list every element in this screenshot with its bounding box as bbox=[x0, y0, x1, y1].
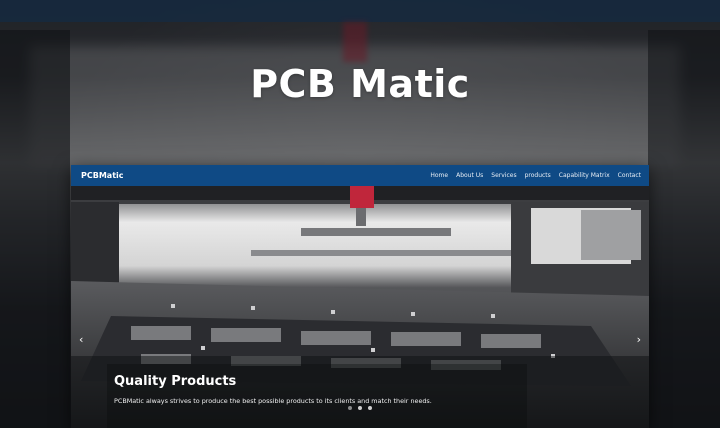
hero-title: PCB Matic bbox=[250, 62, 470, 106]
slide-title: Quality Products bbox=[114, 374, 237, 389]
nav-capability-matrix[interactable]: Capability Matrix bbox=[559, 172, 610, 179]
slide-prev-button[interactable]: ‹ bbox=[79, 334, 83, 345]
slide-text: PCBMatic always strives to produce the b… bbox=[114, 397, 432, 405]
nav-services[interactable]: Services bbox=[491, 172, 516, 179]
site-nav: Home About Us Services products Capabili… bbox=[430, 172, 641, 179]
hero-slide: ‹ › Quality Products PCBMatic always str… bbox=[71, 186, 649, 428]
nav-contact[interactable]: Contact bbox=[618, 172, 641, 179]
website-preview: PCBMatic Home About Us Services products… bbox=[71, 165, 649, 428]
nav-products[interactable]: products bbox=[525, 172, 551, 179]
site-navbar: PCBMatic Home About Us Services products… bbox=[71, 165, 649, 186]
pcb-machine-photo bbox=[71, 186, 649, 428]
nav-home[interactable]: Home bbox=[430, 172, 448, 179]
nav-about-us[interactable]: About Us bbox=[456, 172, 483, 179]
site-brand[interactable]: PCBMatic bbox=[81, 171, 124, 180]
slide-indicator-3[interactable] bbox=[368, 406, 372, 410]
slide-indicators bbox=[348, 406, 372, 410]
slide-indicator-2[interactable] bbox=[358, 406, 362, 410]
slide-next-button[interactable]: › bbox=[637, 334, 641, 345]
slide-indicator-1[interactable] bbox=[348, 406, 352, 410]
